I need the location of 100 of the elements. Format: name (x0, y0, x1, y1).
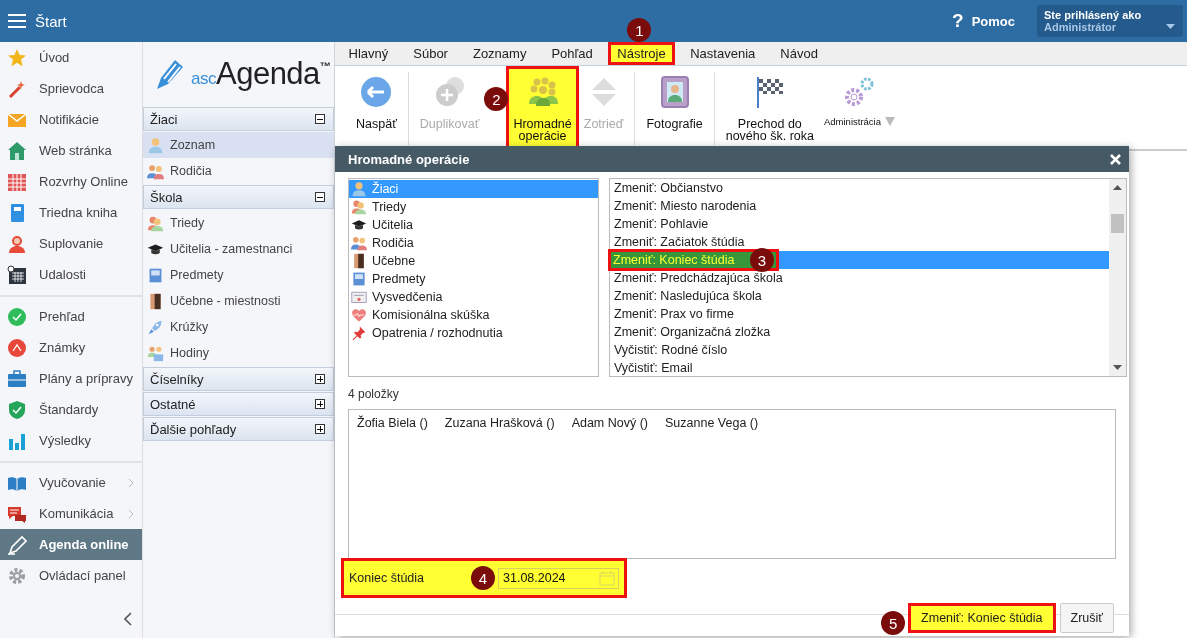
list-item[interactable]: Zmeniť: Začiatok štúdia (610, 233, 1109, 251)
book-icon (147, 266, 164, 284)
list-item[interactable]: Zmeniť: Prax vo firme (610, 305, 1109, 323)
menu-tab[interactable]: Hlavný (336, 42, 401, 65)
list-item[interactable]: Komisionálna skúška (349, 306, 598, 324)
menu-tab[interactable]: Zoznamy (460, 42, 539, 65)
section-header[interactable]: Číselníky (143, 367, 334, 391)
toolbar-button[interactable]: Naspäť (351, 66, 402, 149)
nav-item[interactable]: Rodičia (143, 158, 334, 184)
shield-icon (7, 399, 27, 420)
collapse-icon[interactable] (124, 612, 132, 626)
scrollbar-drawing[interactable] (1109, 179, 1126, 376)
toolbar-button[interactable]: Administrácia (818, 66, 900, 149)
list-item[interactable]: Zmeniť: Miesto narodenia (610, 197, 1109, 215)
close-icon[interactable] (1110, 153, 1121, 165)
page-title: Štart (35, 12, 67, 30)
record-name: Adam Nový () (571, 416, 649, 430)
sidebar-item[interactable]: Výsledky (0, 425, 142, 456)
sidebar-item[interactable]: Prehľad (0, 301, 142, 332)
star-icon (7, 47, 27, 68)
collapse-icon[interactable] (315, 114, 325, 124)
people-icon (147, 162, 164, 180)
list-item[interactable]: Predmety (349, 270, 598, 288)
nav-item[interactable]: Triedy (143, 210, 334, 236)
list-item[interactable]: Zmeniť: Predchádzajúca škola (610, 269, 1109, 287)
person-icon (147, 136, 164, 154)
sidebar-item[interactable]: Ovládací panel (0, 560, 142, 591)
dialog-button[interactable]: Zrušiť (1059, 603, 1114, 633)
menu-tab[interactable]: Nastavenia (677, 42, 768, 65)
record-name: Žofia Biela () (357, 416, 428, 430)
sidebar-item[interactable]: Notifikácie (0, 104, 142, 135)
nav-item[interactable]: Zoznam (143, 132, 334, 158)
list-item[interactable]: Učitelia (349, 216, 598, 234)
sidebar-item[interactable]: Suplovanie (0, 228, 142, 259)
settings-icon (7, 565, 27, 586)
group-people-icon (526, 76, 559, 108)
sidebar-item[interactable]: Plány a prípravy (0, 363, 142, 394)
list-item[interactable]: Zmeniť: Koniec štúdia 3 (610, 251, 1109, 269)
menu-icon[interactable] (8, 14, 26, 28)
nav-item[interactable]: Učebne - miestnosti (143, 288, 334, 314)
help-icon[interactable]: ? (952, 10, 964, 32)
menu-tab[interactable]: Pohľad (538, 42, 606, 65)
sidebar-item[interactable]: Úvod (0, 42, 142, 73)
sidebar-item[interactable]: Vyučovanie (0, 467, 142, 498)
step-marker: 5 (881, 611, 906, 635)
expand-icon[interactable] (315, 424, 325, 434)
people-icon (147, 214, 164, 232)
list-item[interactable]: Zmeniť: Organizačná zložka (610, 323, 1109, 341)
sidebar-item[interactable]: Triedna kniha (0, 197, 142, 228)
list-item[interactable]: Vyčistiť: Email (610, 359, 1109, 377)
list-item[interactable]: Vysvedčenia (349, 288, 598, 306)
sidebar-item[interactable]: Udalosti (0, 259, 142, 290)
sidebar-item[interactable]: Agenda online (0, 529, 142, 560)
logo-text: ascAgenda$^{™}$ (191, 56, 331, 92)
section-header[interactable]: Ďalšie pohľady (143, 417, 334, 441)
sidebar-item[interactable]: Sprievodca (0, 73, 142, 104)
calendar-icon (7, 264, 27, 285)
door-icon (147, 292, 164, 310)
dialog-button[interactable]: Zmeniť: Koniec štúdia (908, 603, 1056, 633)
list-item[interactable]: Zmeniť: Pohlavie (610, 215, 1109, 233)
expand-icon[interactable] (315, 399, 325, 409)
nav-item[interactable]: Učitelia - zamestnanci (143, 236, 334, 262)
menu-tab[interactable]: Nástroje (608, 42, 675, 65)
list-item[interactable]: Zmeniť: Občianstvo (610, 179, 1109, 197)
sidebar-item[interactable]: Komunikácia (0, 498, 142, 529)
help-link[interactable]: Pomoc (971, 13, 1015, 29)
collapse-icon[interactable] (315, 192, 325, 202)
expand-icon[interactable] (315, 374, 325, 384)
sidebar-item[interactable]: Web stránka (0, 135, 142, 166)
sidebar-item[interactable]: Známky (0, 332, 142, 363)
date-field[interactable]: 31.08.2024 (498, 567, 619, 589)
field-label: Koniec štúdia (349, 571, 425, 585)
entity-list[interactable]: Žiaci Triedy Učitelia Rodičia Učebne Predmety Vysvedčenia Komisionálna skúška Opatrenia / rozhodnutia (348, 178, 599, 377)
menu-tab[interactable]: Návod (767, 42, 831, 65)
person-icon (351, 181, 367, 197)
list-item[interactable]: Vyčistiť: Rodné číslo (610, 341, 1109, 359)
list-item[interactable]: Učebne (349, 252, 598, 270)
section-header[interactable]: Škola (143, 185, 334, 209)
record-name: Suzanne Vega () (665, 416, 759, 430)
nav-item[interactable]: Krúžky (143, 314, 334, 340)
section-header[interactable]: Ostatné (143, 392, 334, 416)
grade-icon (7, 337, 27, 358)
menu-tab[interactable]: Súbor (400, 42, 461, 65)
sidebar-item[interactable]: Štandardy (0, 394, 142, 425)
dialog-title: Hromadné operácie (348, 151, 470, 167)
user-menu[interactable]: Ste prihlásený ako Administrátor (1037, 5, 1183, 37)
list-item[interactable]: Opatrenia / rozhodnutia (349, 324, 598, 342)
toolbar-button[interactable]: Hromadné operácie (506, 66, 579, 149)
operation-list[interactable] (609, 178, 1127, 377)
nav-item[interactable]: Hodiny (143, 340, 334, 366)
toolbar-button[interactable]: Fotografie (641, 66, 708, 149)
person-icon (7, 233, 27, 254)
sidebar-item[interactable]: Rozvrhy Online (0, 166, 142, 197)
nav-item[interactable]: Predmety (143, 262, 334, 288)
list-item[interactable]: Rodičia (349, 234, 598, 252)
list-item[interactable]: Zmeniť: Nasledujúca škola (610, 287, 1109, 305)
toolbar-button[interactable]: Prechod do nového šk. roka (720, 66, 819, 149)
list-item[interactable]: Triedy (349, 198, 598, 216)
section-header[interactable]: Žiaci (143, 107, 334, 131)
people-icon (147, 344, 164, 362)
